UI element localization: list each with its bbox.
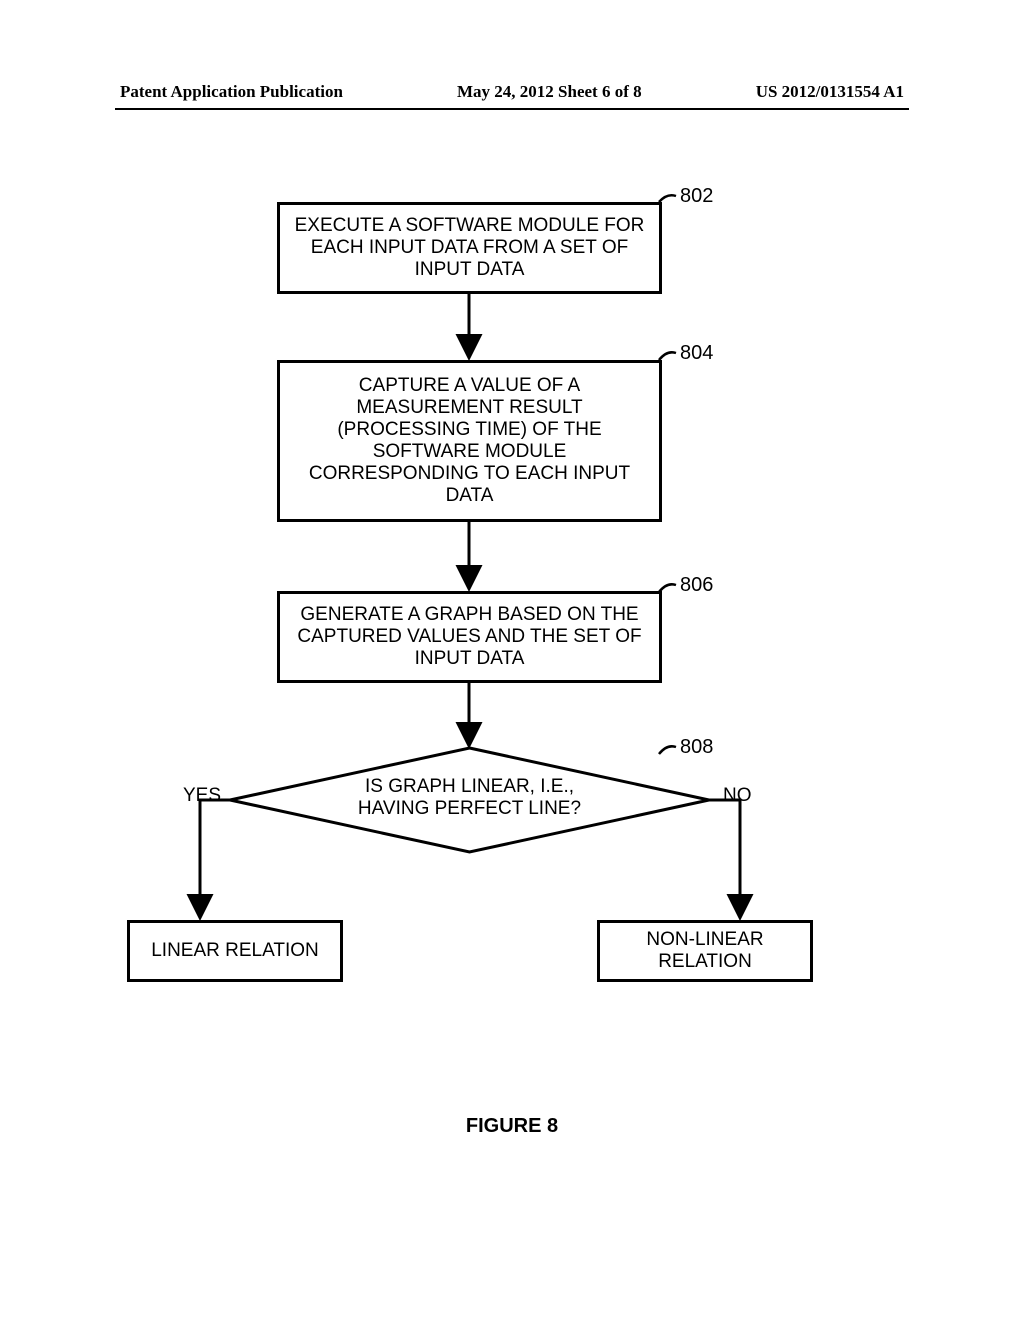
ref-label-802: 802 [680, 185, 713, 208]
ref-label-806: 806 [680, 574, 713, 597]
process-box-execute: EXECUTE A SOFTWARE MODULE FOR EACH INPUT… [277, 202, 662, 294]
ref-label-804: 804 [680, 342, 713, 365]
decision-diamond: IS GRAPH LINEAR, I.E., HAVING PERFECT LI… [227, 745, 712, 855]
process-box-execute-text: EXECUTE A SOFTWARE MODULE FOR EACH INPUT… [290, 215, 649, 281]
decision-line-1: IS GRAPH LINEAR, I.E., [227, 776, 712, 798]
ref-label-808: 808 [680, 736, 713, 759]
result-linear-text: LINEAR RELATION [151, 940, 319, 962]
process-box-capture-text: CAPTURE A VALUE OF A MEASUREMENT RESULT … [290, 375, 649, 507]
process-box-generate-text: GENERATE A GRAPH BASED ON THE CAPTURED V… [290, 604, 649, 670]
yes-label: YES [183, 785, 221, 807]
header-center: May 24, 2012 Sheet 6 of 8 [457, 82, 642, 102]
decision-line-2: HAVING PERFECT LINE? [227, 798, 712, 820]
result-box-linear: LINEAR RELATION [127, 920, 343, 982]
decision-text-container: IS GRAPH LINEAR, I.E., HAVING PERFECT LI… [227, 776, 712, 820]
figure-caption: FIGURE 8 [0, 1115, 1024, 1138]
header-left: Patent Application Publication [120, 82, 343, 102]
process-box-generate: GENERATE A GRAPH BASED ON THE CAPTURED V… [277, 591, 662, 683]
header-divider [115, 108, 909, 110]
process-box-capture: CAPTURE A VALUE OF A MEASUREMENT RESULT … [277, 360, 662, 522]
header-right: US 2012/0131554 A1 [756, 82, 904, 102]
no-label: NO [723, 785, 752, 807]
page-header: Patent Application Publication May 24, 2… [120, 82, 904, 102]
result-box-nonlinear: NON-LINEAR RELATION [597, 920, 813, 982]
result-nonlinear-text: NON-LINEAR RELATION [610, 929, 800, 973]
